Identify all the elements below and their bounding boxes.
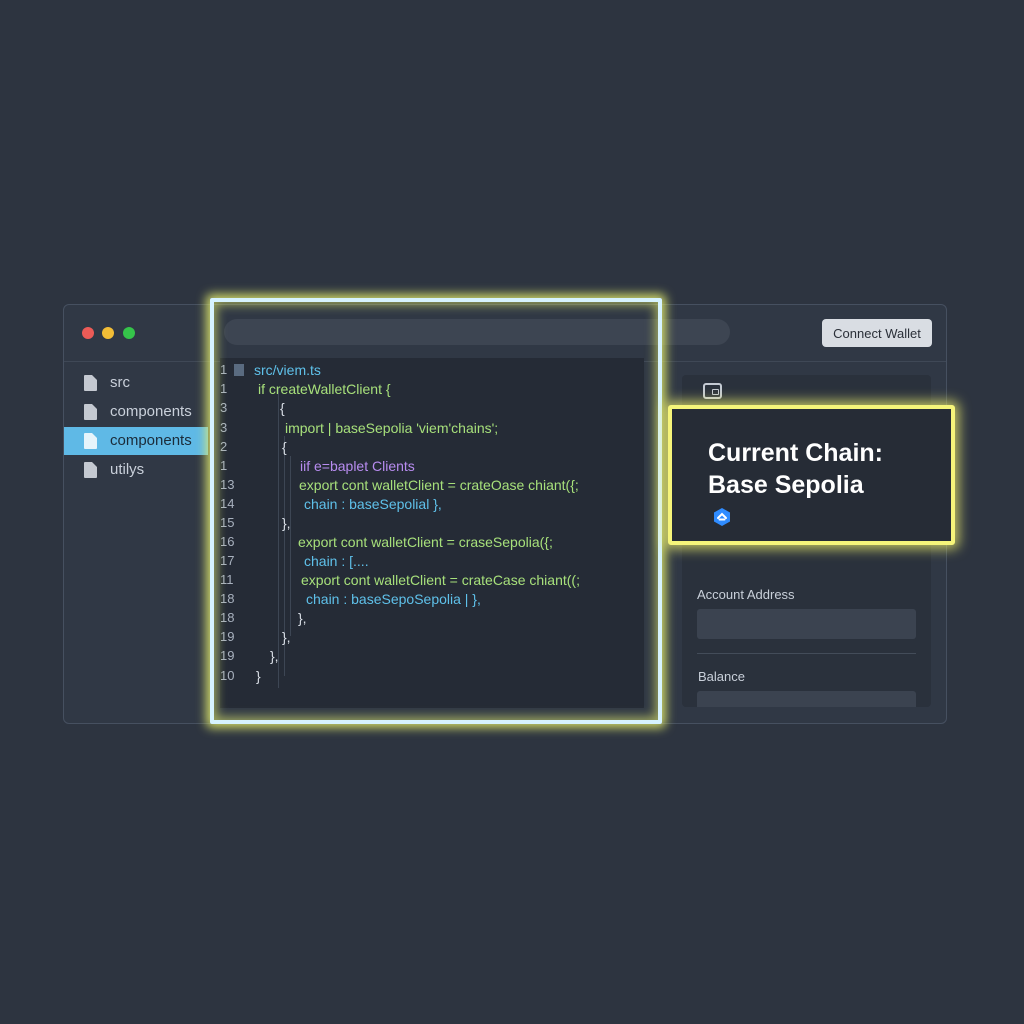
connect-wallet-button[interactable]: Connect Wallet [822,319,932,347]
balance-field[interactable] [697,691,916,707]
current-chain-title: Current Chain: Base Sepolia [708,437,948,501]
account-address-label: Account Address [697,587,795,602]
sidebar-item-label: components [110,432,192,449]
file-icon [84,404,97,420]
minimize-window-button[interactable] [102,327,114,339]
sidebar-item-utilys[interactable]: utilys [64,456,208,484]
file-icon [84,462,97,478]
sidebar-item-label: utilys [110,461,145,478]
file-sidebar: src components components utilys [64,362,208,723]
chain-title-line: Current Chain: [708,439,883,467]
base-chain-icon [714,508,730,526]
sidebar-item-components-active[interactable]: components [64,427,208,455]
current-chain-card: Current Chain: Base Sepolia [668,405,955,545]
file-icon [84,375,97,391]
sidebar-item-label: src [110,374,130,391]
sidebar-item-components[interactable]: components [64,398,208,426]
file-icon [84,433,97,449]
maximize-window-button[interactable] [123,327,135,339]
chain-name: Base Sepolia [708,471,864,499]
close-window-button[interactable] [82,327,94,339]
balance-label: Balance [698,669,745,684]
divider [697,653,916,654]
code-highlight-frame [210,298,662,724]
account-address-field[interactable] [697,609,916,639]
sidebar-item-label: components [110,403,192,420]
sidebar-item-src[interactable]: src [64,369,208,397]
wallet-icon [703,383,722,399]
